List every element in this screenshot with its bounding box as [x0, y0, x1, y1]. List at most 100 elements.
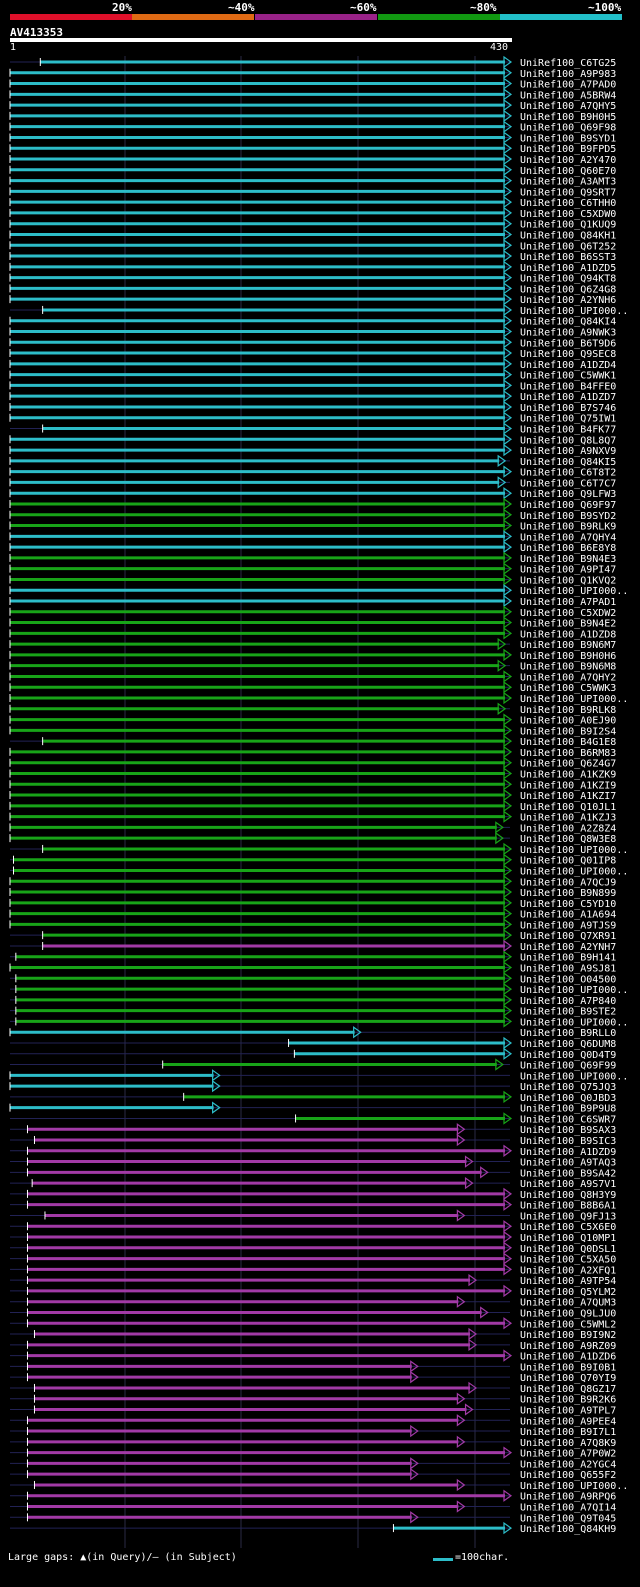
- hit-row: UniRef100_B9SA42: [10, 1166, 616, 1179]
- hit-label: UniRef100_Q69F98: [520, 123, 616, 134]
- hit-row: UniRef100_A7QUM3: [10, 1295, 616, 1309]
- hit-row: UniRef100_Q69F99: [10, 1058, 616, 1072]
- hit-row: UniRef100_A0EJ90: [9, 713, 616, 727]
- hit-row: UniRef100_Q0JBD3: [10, 1090, 616, 1104]
- hit-row: UniRef100_B4G1E8: [10, 734, 616, 748]
- hit-label: UniRef100_A2YNH7: [520, 942, 616, 953]
- hit-row: UniRef100_UPI000..: [10, 864, 628, 878]
- hit-label: UniRef100_A9SJ81: [520, 964, 616, 975]
- hit-row: UniRef100_UPI000..: [10, 842, 628, 856]
- hit-row: UniRef100_A9RPQ6: [10, 1489, 616, 1503]
- hit-label: UniRef100_UPI000..: [520, 845, 628, 856]
- hit-row: UniRef100_B9N6M8: [9, 659, 616, 673]
- hit-row: UniRef100_A9PI47: [9, 562, 616, 576]
- hit-row: UniRef100_B9N6M7: [9, 637, 616, 651]
- hit-row: UniRef100_UPI000..: [10, 1478, 628, 1492]
- hit-label: UniRef100_Q8GZ17: [520, 1384, 616, 1395]
- hit-label: UniRef100_Q7XR91: [520, 931, 616, 942]
- hit-row: UniRef100_Q75IW1: [9, 411, 616, 425]
- hit-label: UniRef100_A1DZD8: [520, 629, 616, 640]
- hit-row: UniRef100_A1KZI7: [9, 788, 616, 802]
- hit-label: UniRef100_UPI000..: [520, 867, 628, 878]
- hit-row: UniRef100_A1DZD6: [10, 1349, 616, 1363]
- hit-row: UniRef100_A9P983: [9, 66, 616, 80]
- hit-label: UniRef100_B9SAX3: [520, 1125, 616, 1136]
- hit-row: UniRef100_B6RM83: [9, 745, 616, 759]
- hit-label: UniRef100_A7QHY4: [520, 532, 616, 543]
- hit-label: UniRef100_B9H141: [520, 953, 616, 964]
- hit-label: UniRef100_UPI000..: [520, 694, 628, 705]
- hit-label: UniRef100_A1DZD4: [520, 360, 616, 371]
- hit-label: UniRef100_A9RZ09: [520, 1341, 616, 1352]
- hit-label: UniRef100_Q84KI4: [520, 317, 616, 328]
- hit-label: UniRef100_A9PEE4: [520, 1416, 616, 1427]
- hit-row: UniRef100_Q69F98: [9, 120, 616, 134]
- hit-row: UniRef100_Q9SEC8: [9, 346, 616, 360]
- hit-label: UniRef100_B9N899: [520, 888, 616, 899]
- hit-label: UniRef100_A7Q8K9: [520, 1438, 616, 1449]
- hit-label: UniRef100_B9SIC3: [520, 1136, 616, 1147]
- hit-label: UniRef100_Q9T045: [520, 1513, 616, 1524]
- hit-row: UniRef100_B7S746: [9, 400, 616, 414]
- hit-row: UniRef100_B9I9N2: [10, 1327, 616, 1341]
- hit-row: UniRef100_A7P0W2: [10, 1446, 616, 1460]
- hit-label: UniRef100_UPI000..: [520, 1017, 628, 1028]
- hit-label: UniRef100_B9I7L1: [520, 1427, 616, 1438]
- hit-label: UniRef100_B9N4E3: [520, 554, 616, 565]
- hit-label: UniRef100_B7S746: [520, 403, 616, 414]
- hit-label: UniRef100_Q84KH1: [520, 230, 616, 241]
- hit-row: UniRef100_B9SYD2: [9, 508, 616, 522]
- hit-label: UniRef100_UPI000..: [520, 985, 628, 996]
- hit-row: UniRef100_B9N4E3: [9, 551, 616, 565]
- hit-row: UniRef100_Q70YI9: [10, 1370, 616, 1384]
- hit-label: UniRef100_Q655F2: [520, 1470, 616, 1481]
- hit-label: UniRef100_Q5YLM2: [520, 1287, 616, 1298]
- hit-label: UniRef100_A7PAD1: [520, 597, 616, 608]
- hit-row: UniRef100_B9RLL0: [9, 1026, 616, 1039]
- hit-label: UniRef100_Q70YI9: [520, 1373, 616, 1384]
- hit-row: UniRef100_A9RZ09: [10, 1338, 616, 1352]
- hit-label: UniRef100_A2YNH6: [520, 295, 616, 306]
- hit-row: UniRef100_B9I7L1: [10, 1424, 616, 1438]
- hit-label: UniRef100_A9S7V1: [520, 1179, 616, 1190]
- hit-label: UniRef100_Q9LJU0: [520, 1308, 616, 1319]
- hit-row: UniRef100_A9TAQ3: [10, 1155, 616, 1169]
- hit-row: UniRef100_B9H0H5: [9, 109, 616, 123]
- hit-row: UniRef100_UPI000..: [9, 584, 628, 597]
- hit-row: UniRef100_A3AMT3: [9, 174, 616, 188]
- hit-row: UniRef100_C5XDW2: [9, 605, 616, 619]
- hit-label: UniRef100_O04500: [520, 974, 616, 985]
- hit-row: UniRef100_UPI000..: [10, 982, 628, 996]
- hit-label: UniRef100_Q8H3Y9: [520, 1190, 616, 1201]
- hit-label: UniRef100_B9FPD5: [520, 144, 616, 155]
- hit-row: UniRef100_Q01IP8: [10, 853, 616, 867]
- hit-label: UniRef100_A2Z8Z4: [520, 823, 616, 834]
- hit-row: UniRef100_Q84KH1: [9, 228, 616, 241]
- hit-row: UniRef100_Q94KT8: [9, 271, 616, 285]
- hit-label: UniRef100_Q69F97: [520, 500, 616, 511]
- hit-label: UniRef100_Q75IW1: [520, 414, 616, 425]
- hit-row: UniRef100_C5XDW0: [9, 206, 616, 220]
- hit-label: UniRef100_Q0D4T9: [520, 1050, 616, 1061]
- hit-label: UniRef100_B4G1E8: [520, 737, 616, 748]
- hit-row: UniRef100_B9H141: [10, 950, 616, 964]
- hit-label: UniRef100_B6SST3: [520, 252, 616, 263]
- hit-label: UniRef100_Q0DSL1: [520, 1244, 616, 1255]
- hit-row: UniRef100_A2Z8Z4: [9, 821, 616, 834]
- hit-label: UniRef100_Q9SEC8: [520, 349, 616, 360]
- hit-row: UniRef100_Q5YLM2: [10, 1284, 616, 1298]
- hit-label: UniRef100_B9I2S4: [520, 726, 616, 737]
- hit-row: UniRef100_Q10JL1: [9, 799, 616, 813]
- hit-label: UniRef100_A9NXV9: [520, 446, 616, 457]
- hit-label: UniRef100_A7QHY5: [520, 101, 616, 112]
- hit-label: UniRef100_A2YGC4: [520, 1459, 616, 1470]
- gap-legend: Large gaps: ▲(in Query)/– (in Subject): [8, 1552, 237, 1563]
- hit-label: UniRef100_B9RLL0: [520, 1028, 616, 1039]
- hit-label: UniRef100_B9H0H6: [520, 651, 616, 662]
- hit-label: UniRef100_B6T9D6: [520, 338, 616, 349]
- hit-row: UniRef100_A7Q8K9: [10, 1435, 616, 1449]
- hit-row: UniRef100_B6SST3: [9, 249, 616, 263]
- hit-label: UniRef100_A7QUM3: [520, 1298, 616, 1309]
- hit-row: UniRef100_A9NXV9: [9, 443, 616, 457]
- hit-row: UniRef100_A2XFQ1: [10, 1263, 616, 1276]
